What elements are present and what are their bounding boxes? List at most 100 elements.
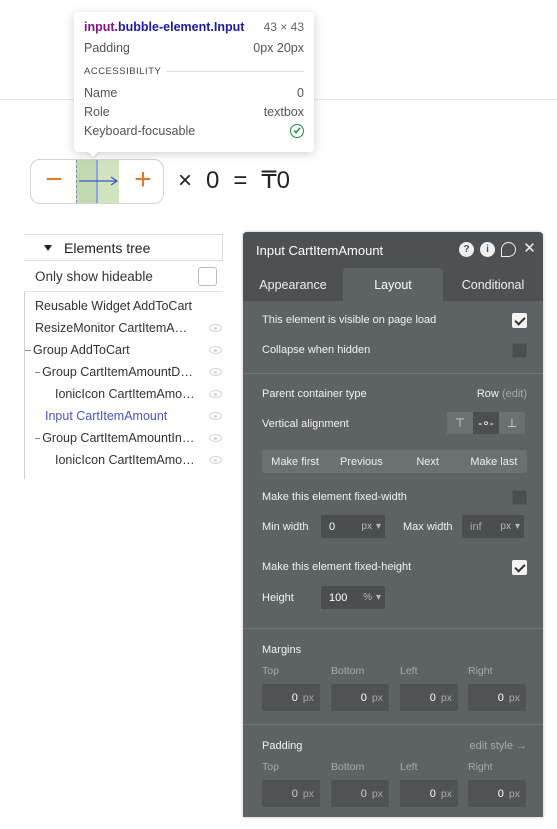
parent-container-edit-link[interactable]: (edit) xyxy=(502,388,527,400)
price-equation: × 0 = ₸0 xyxy=(178,166,304,195)
tab-conditional[interactable]: Conditional xyxy=(443,268,543,301)
margin-top-field[interactable]: 0 px xyxy=(262,684,320,711)
eye-icon[interactable] xyxy=(209,324,222,332)
tree-item[interactable]: Group CartItemAmountIncrease xyxy=(35,427,224,449)
tree-item-label: Group AddToCart xyxy=(33,343,130,357)
parent-container-value: Row (edit) xyxy=(477,388,527,400)
padding-top-value: 0 xyxy=(291,787,298,800)
previous-button[interactable]: Previous xyxy=(328,450,394,473)
property-editor-title: Input CartItemAmount xyxy=(256,242,384,258)
increase-button[interactable]: + xyxy=(130,165,156,196)
align-top-icon[interactable]: ⊤ xyxy=(447,412,473,434)
property-editor-header[interactable]: Input CartItemAmount ? i ✕ xyxy=(243,232,543,268)
elements-tree-list: Reusable Widget AddToCart ResizeMonitor … xyxy=(24,292,223,479)
visible-on-load-checkbox[interactable] xyxy=(512,312,527,328)
tree-item-selected[interactable]: Input CartItemAmount xyxy=(45,405,224,427)
padding-right-field[interactable]: 0 px xyxy=(468,780,526,807)
fixed-height-checkbox[interactable] xyxy=(512,559,527,575)
decrease-button[interactable]: − xyxy=(41,165,67,196)
max-width-unit: px xyxy=(500,521,511,532)
tree-item[interactable]: IonicIcon CartItemAmountDecrease xyxy=(55,383,224,405)
inspect-tooltip: input.bubble-element.Input 43 × 43 Paddi… xyxy=(74,12,314,152)
arrow-right-icon xyxy=(79,176,119,186)
margin-top-unit: px xyxy=(302,691,314,704)
tree-connector xyxy=(35,371,41,373)
make-first-button[interactable]: Make first xyxy=(262,450,328,473)
margin-left-field[interactable]: 0 px xyxy=(400,684,458,711)
next-button[interactable]: Next xyxy=(395,450,461,473)
height-label: Height xyxy=(262,592,294,604)
close-icon[interactable]: ✕ xyxy=(522,241,537,257)
tooltip-accessibility-heading: ACCESSIBILITY xyxy=(84,59,304,83)
comment-icon[interactable] xyxy=(501,242,516,257)
fixed-height-label: Make this element fixed-height xyxy=(262,561,412,573)
total-price: ₸0 xyxy=(261,167,291,194)
eye-icon[interactable] xyxy=(209,390,222,398)
hideable-filter-checkbox[interactable] xyxy=(198,266,217,286)
tree-item[interactable]: Group CartItemAmountDecrease xyxy=(35,361,224,383)
tooltip-role-row: Role textbox xyxy=(84,102,304,121)
eye-icon[interactable] xyxy=(209,412,222,420)
tooltip-tag: input xyxy=(84,20,115,34)
collapse-hidden-label: Collapse when hidden xyxy=(262,344,371,356)
elements-tree-header[interactable]: Elements tree xyxy=(24,234,223,261)
min-width-label: Min width xyxy=(262,521,309,533)
padding-left-field[interactable]: 0 px xyxy=(400,780,458,807)
fixed-width-checkbox[interactable] xyxy=(512,489,527,505)
times-sign: × xyxy=(178,167,193,194)
padding-top-label: Top xyxy=(262,761,279,773)
tab-appearance[interactable]: Appearance xyxy=(243,268,343,301)
chevron-down-icon: ▾ xyxy=(375,521,381,532)
make-last-button[interactable]: Make last xyxy=(461,450,527,473)
tab-layout[interactable]: Layout xyxy=(343,268,443,301)
tree-item[interactable]: Reusable Widget AddToCart xyxy=(35,295,224,317)
hideable-filter-label: Only show hideable xyxy=(35,268,153,284)
min-width-label-wrap: Min width xyxy=(262,518,308,536)
max-width-field[interactable]: inf px ▾ xyxy=(462,515,524,538)
eye-icon[interactable] xyxy=(209,456,222,464)
chevron-down-icon: ▾ xyxy=(514,521,520,532)
tooltip-arrow xyxy=(86,150,100,157)
margin-right-unit: px xyxy=(508,691,520,704)
height-field[interactable]: 100% ▾ xyxy=(321,586,385,609)
info-icon[interactable]: i xyxy=(480,242,495,257)
max-width-label-wrap: Max width xyxy=(403,518,453,536)
section-divider xyxy=(243,724,543,725)
height-value: 100 xyxy=(329,591,348,604)
tree-item[interactable]: Group AddToCart xyxy=(25,339,224,361)
help-icon[interactable]: ? xyxy=(459,242,474,257)
margin-right-field[interactable]: 0 px xyxy=(468,684,526,711)
margin-right-value: 0 xyxy=(497,691,504,704)
cart-item-amount-input[interactable] xyxy=(76,160,119,203)
tree-item[interactable]: ResizeMonitor CartItemAmount xyxy=(35,317,224,339)
eye-icon[interactable] xyxy=(209,368,222,376)
margin-top-value: 0 xyxy=(291,691,298,704)
padding-top-field[interactable]: 0 px xyxy=(262,780,320,807)
tree-connector xyxy=(25,349,31,351)
quantity-value: 0 xyxy=(206,167,220,194)
elements-tree-title: Elements tree xyxy=(64,239,151,256)
equals-sign: = xyxy=(233,167,248,194)
elements-tree: Elements tree Only show hideable Reusabl… xyxy=(24,234,223,479)
tree-item-label: Reusable Widget AddToCart xyxy=(35,299,193,313)
fixed-width-row: Make this element fixed-width xyxy=(262,488,527,506)
padding-right-value: 0 xyxy=(497,787,504,800)
align-bottom-icon[interactable]: ⊥ xyxy=(499,412,525,434)
collapse-hidden-checkbox[interactable] xyxy=(512,342,527,358)
height-unit: % xyxy=(363,592,372,603)
eye-icon[interactable] xyxy=(209,434,222,442)
padding-bottom-field[interactable]: 0 px xyxy=(331,780,389,807)
tree-item[interactable]: IonicIcon CartItemAmountIncrease xyxy=(55,449,224,471)
hideable-filter-row: Only show hideable xyxy=(24,261,223,292)
chevron-down-icon: ▾ xyxy=(375,592,381,603)
padding-heading-row: Padding edit style → xyxy=(262,737,527,755)
visible-on-load-row: This element is visible on page load xyxy=(262,311,527,329)
eye-icon[interactable] xyxy=(209,346,222,354)
tooltip-focus-label: Keyboard-focusable xyxy=(84,123,196,138)
padding-right-unit: px xyxy=(508,787,520,800)
margin-bottom-field[interactable]: 0 px xyxy=(331,684,389,711)
tooltip-classes: .bubble-element.Input xyxy=(114,20,245,34)
edit-style-link[interactable]: edit style → xyxy=(470,740,527,752)
min-width-field[interactable]: 0 px ▾ xyxy=(321,515,385,538)
align-center-icon[interactable]: -∘- xyxy=(473,412,499,434)
